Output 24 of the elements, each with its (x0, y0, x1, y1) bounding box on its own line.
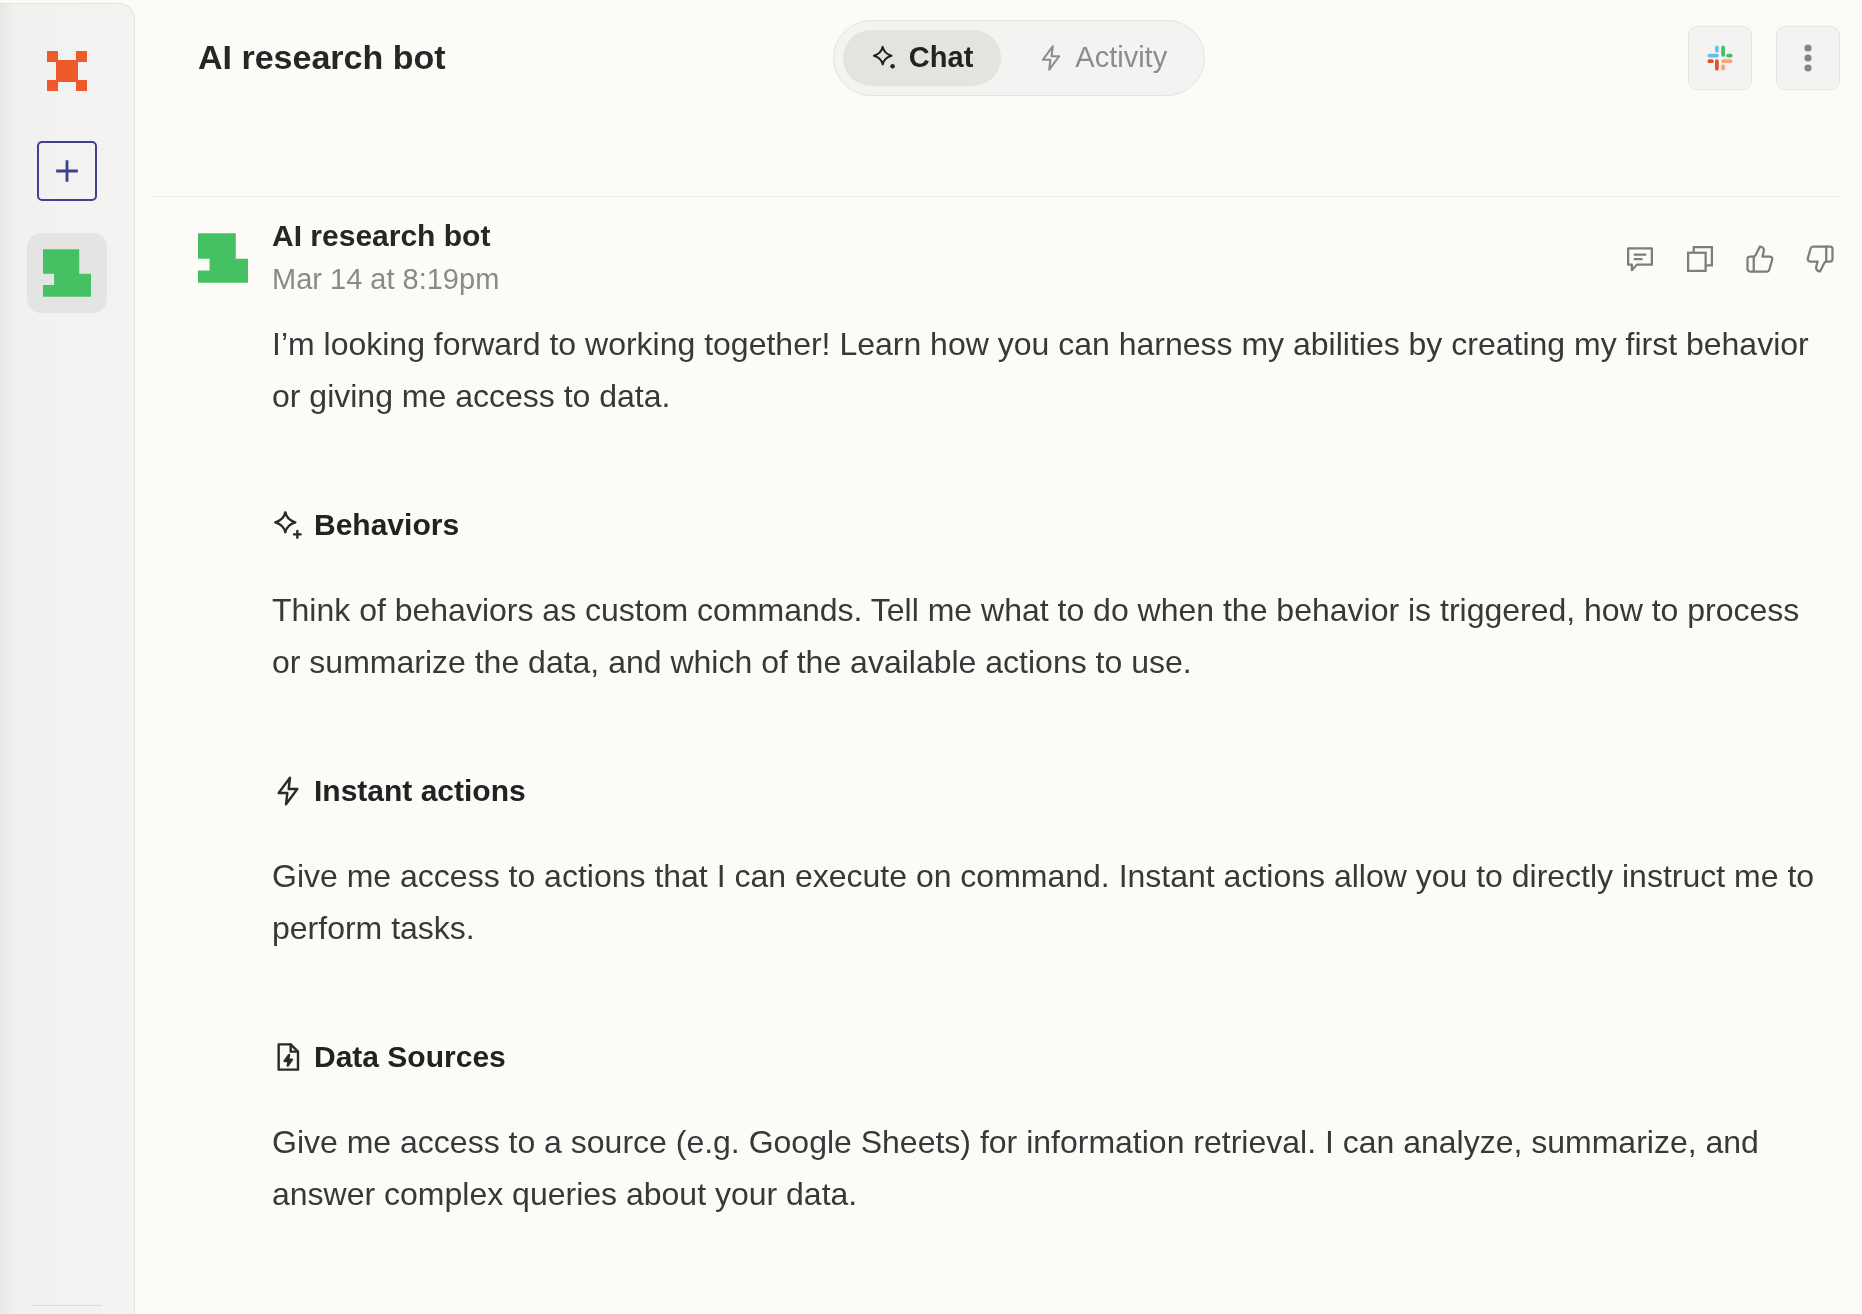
message-text: I’m looking forward to working together! Learn how you can harness my abilities by creating my first behavior or giving me access to data. (272, 325, 1810, 416)
sparkle-icon (272, 509, 304, 541)
bot-avatar-icon (198, 233, 248, 283)
section-heading: Behaviors (314, 507, 460, 543)
plus-icon (54, 158, 80, 184)
message-time: Mar 14 at 8:19pm (272, 262, 500, 297)
new-button[interactable] (37, 141, 97, 201)
section-text: Think of behaviors as custom commands. Tell me what to do when the behavior is triggered, how to process or summarize the data, and which of the available actions to use. (272, 591, 1801, 682)
section-heading: Data Sources (314, 1039, 506, 1075)
bot-avatar-icon (43, 249, 91, 297)
section-text: Give me access to a source (e.g. Google Sheets) for information retrieval. I can analyze, summarize, and answer complex queries about your data. (272, 1123, 1760, 1214)
more-button[interactable] (1776, 25, 1840, 90)
author-name: AI research bot (272, 218, 492, 254)
tab[interactable]: Chat (842, 29, 1002, 86)
copy-icon (1685, 243, 1715, 274)
app-button[interactable] (1688, 25, 1752, 90)
section-heading: Instant actions (314, 773, 526, 809)
thumbs-down-icon (1805, 243, 1835, 274)
page-title: AI research bot (198, 38, 447, 77)
thumbs-up-icon (1745, 243, 1775, 274)
bot-item[interactable] (27, 233, 107, 313)
section-text: Give me access to actions that I can execute on command. Instant actions allow you to directly instruct me to perform tasks. (272, 857, 1816, 948)
logo-icon[interactable] (47, 51, 87, 91)
vertical-dots-icon (1804, 43, 1812, 72)
